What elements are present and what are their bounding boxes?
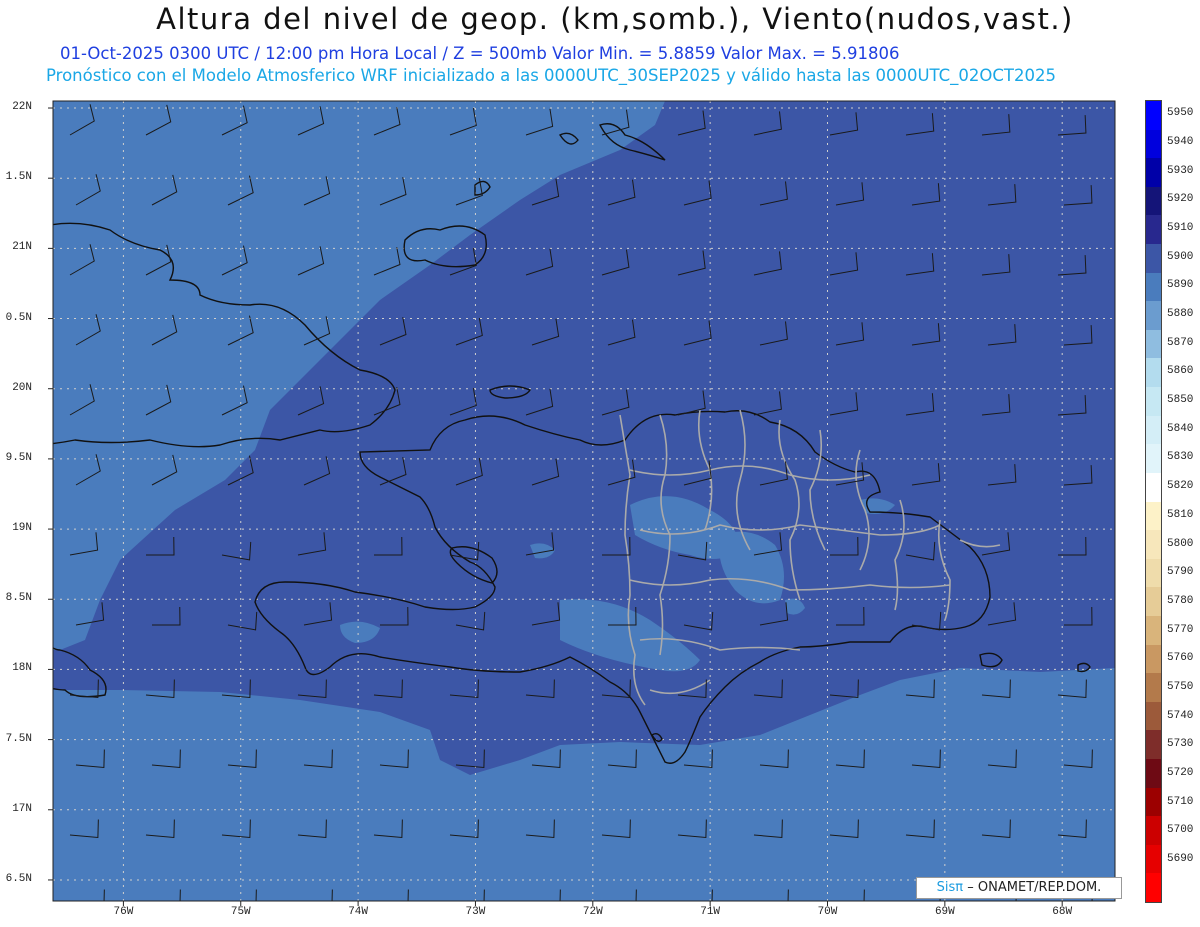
colorbar-segment xyxy=(1146,587,1161,616)
colorbar-label: 5880 xyxy=(1167,308,1194,321)
colorbar-label: 5780 xyxy=(1167,594,1194,607)
colorbar-segment xyxy=(1146,415,1161,445)
colorbar-segment xyxy=(1146,816,1161,845)
lat-label: 18N xyxy=(12,662,32,675)
colorbar-label: 5740 xyxy=(1167,709,1194,722)
colorbar-label: 5890 xyxy=(1167,279,1194,292)
colorbar-label: 5900 xyxy=(1167,250,1194,263)
colorbar-segment xyxy=(1146,787,1161,817)
colorbar-segment xyxy=(1146,530,1161,559)
lon-label: 68W xyxy=(1052,906,1073,918)
lon-label: 70W xyxy=(817,906,838,918)
colorbar-segment xyxy=(1146,673,1161,702)
colorbar-segment xyxy=(1146,272,1161,302)
colorbar-segment xyxy=(1146,358,1161,388)
colorbar-label: 5720 xyxy=(1167,766,1194,779)
colorbar-segment xyxy=(1146,615,1161,645)
colorbar-label: 5690 xyxy=(1167,852,1194,865)
colorbar-label: 5760 xyxy=(1167,652,1194,665)
lat-label: 22N xyxy=(12,101,32,114)
colorbar-label: 5940 xyxy=(1167,136,1194,149)
colorbar-label: 5910 xyxy=(1167,222,1194,235)
colorbar-label: 5820 xyxy=(1167,480,1194,493)
colorbar-label: 5920 xyxy=(1167,193,1194,206)
colorbar-label: 5710 xyxy=(1167,795,1194,808)
colorbar-segment xyxy=(1146,329,1161,359)
lon-label: 71W xyxy=(700,906,721,918)
colorbar-segment xyxy=(1146,186,1161,216)
lat-label: 0.5N xyxy=(5,311,32,324)
lon-label: 75W xyxy=(230,906,251,918)
colorbar-segment xyxy=(1146,501,1161,531)
colorbar-label: 5860 xyxy=(1167,365,1194,378)
lat-label: 17N xyxy=(12,802,32,815)
colorbar-label: 5730 xyxy=(1167,738,1194,751)
colorbar-segment xyxy=(1146,301,1161,330)
lon-label: 69W xyxy=(934,906,955,918)
colorbar-segment xyxy=(1146,873,1161,903)
colorbar-label: 5830 xyxy=(1167,451,1194,464)
colorbar-segment xyxy=(1146,759,1161,788)
colorbar xyxy=(1145,100,1162,903)
colorbar-label: 5750 xyxy=(1167,680,1194,693)
colorbar-segment xyxy=(1146,444,1161,473)
weather-map xyxy=(48,100,1116,906)
lon-label: 74W xyxy=(348,906,368,918)
lon-label: 73W xyxy=(465,906,486,918)
colorbar-segment xyxy=(1146,387,1161,416)
credit-sis: Sisπ xyxy=(936,880,964,895)
colorbar-label: 5950 xyxy=(1167,107,1194,120)
colorbar-segment xyxy=(1146,701,1161,731)
colorbar-label: 5790 xyxy=(1167,566,1194,579)
lat-label: 20N xyxy=(12,381,32,394)
colorbar-segment xyxy=(1146,644,1161,674)
lat-label: 7.5N xyxy=(5,732,32,745)
colorbar-label: 5930 xyxy=(1167,164,1194,177)
lon-label: 76W xyxy=(113,906,134,918)
colorbar-segment xyxy=(1146,129,1161,159)
colorbar-segment xyxy=(1146,158,1161,187)
colorbar-label: 5700 xyxy=(1167,824,1194,837)
lat-label: 19N xyxy=(12,522,32,535)
colorbar-label: 5800 xyxy=(1167,537,1194,550)
credit-source: – ONAMET/REP.DOM. xyxy=(967,880,1102,895)
colorbar-label: 5840 xyxy=(1167,422,1194,435)
lon-label: 72W xyxy=(582,906,603,918)
colorbar-label: 5870 xyxy=(1167,336,1194,349)
colorbar-label: 5770 xyxy=(1167,623,1194,636)
lat-label: 6.5N xyxy=(5,872,32,885)
colorbar-segment xyxy=(1146,244,1161,273)
lat-label: 9.5N xyxy=(5,451,32,464)
colorbar-segment xyxy=(1146,730,1161,760)
colorbar-segment xyxy=(1146,215,1161,245)
lat-label: 8.5N xyxy=(5,592,32,605)
lat-label: 1.5N xyxy=(5,171,32,184)
credit-badge: Sisπ – ONAMET/REP.DOM. xyxy=(916,877,1122,899)
colorbar-label: 5850 xyxy=(1167,394,1194,407)
colorbar-segment xyxy=(1146,101,1161,130)
colorbar-segment xyxy=(1146,844,1161,874)
colorbar-label: 5810 xyxy=(1167,508,1194,521)
colorbar-segment xyxy=(1146,472,1161,502)
lat-label: 21N xyxy=(12,241,32,254)
colorbar-segment xyxy=(1146,558,1161,588)
